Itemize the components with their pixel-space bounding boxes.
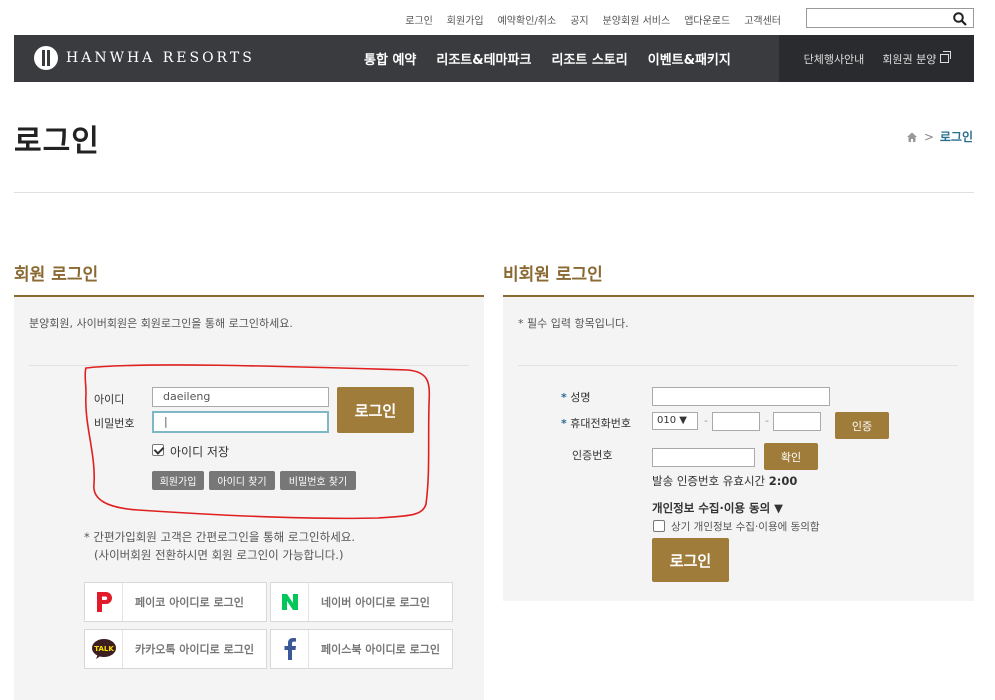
phone-prefix-select[interactable]: 010 ▼ <box>652 412 698 430</box>
util-link-notice[interactable]: 공지 <box>570 12 588 27</box>
timer-row: 발송 인증번호 유효시간 2:00 <box>652 473 797 489</box>
kakaotalk-login-label: 카카오톡 아이디로 로그인 <box>135 643 254 656</box>
utility-links: 로그인 회원가입 예약확인/취소 공지 분양회원 서비스 앱다운로드 고객센터 <box>391 12 781 27</box>
phone-label: * 휴대전화번호 <box>561 415 631 431</box>
annotation-outline <box>84 364 431 520</box>
util-link-app-download[interactable]: 앱다운로드 <box>684 12 730 27</box>
naver-login-label: 네이버 아이디로 로그인 <box>321 596 430 609</box>
page-title: 로그인 <box>14 124 100 159</box>
util-link-login[interactable]: 로그인 <box>405 12 433 27</box>
hanwha-logo-icon <box>34 46 58 70</box>
name-label: * 성명 <box>561 389 591 405</box>
kakaotalk-icon: TALK <box>85 630 123 668</box>
nav-item-event-package[interactable]: 이벤트&패키지 <box>648 49 731 68</box>
facebook-login-button[interactable]: 페이스북 아이디로 로그인 <box>270 629 453 669</box>
timer-label: 발송 인증번호 유효시간 <box>652 474 766 488</box>
code-input[interactable] <box>652 448 755 467</box>
payco-icon <box>85 583 123 621</box>
consent-title[interactable]: 개인정보 수집·이용 동의 ▼ <box>652 500 783 516</box>
phone-last-input[interactable] <box>773 412 821 431</box>
name-input[interactable] <box>652 387 830 406</box>
confirm-button[interactable]: 확인 <box>764 443 818 470</box>
breadcrumb-separator: > <box>923 129 934 144</box>
utility-bar: 로그인 회원가입 예약확인/취소 공지 분양회원 서비스 앱다운로드 고객센터 <box>0 8 995 30</box>
nav-item-resort-themepark[interactable]: 리조트&테마파크 <box>436 49 531 68</box>
kakaotalk-login-button[interactable]: TALK 카카오톡 아이디로 로그인 <box>84 629 267 669</box>
util-link-customer-center[interactable]: 고객센터 <box>744 12 781 27</box>
member-login-note: 분양회원, 사이버회원은 회원로그인을 통해 로그인하세요. <box>29 317 293 330</box>
search-icon[interactable] <box>953 12 967 26</box>
phone-middle-input[interactable] <box>712 412 760 431</box>
breadcrumb-current[interactable]: 로그인 <box>940 128 973 145</box>
nav-item-resort-story[interactable]: 리조트 스토리 <box>551 49 627 68</box>
util-link-reservation[interactable]: 예약확인/취소 <box>498 12 557 27</box>
breadcrumb: > 로그인 <box>906 128 973 145</box>
consent-label: 상기 개인정보 수집·이용에 동의함 <box>671 521 820 533</box>
panel-divider <box>518 365 958 366</box>
required-note: * 필수 입력 항목입니다. <box>518 317 629 330</box>
nonmember-login-title: 비회원 로그인 <box>503 265 603 285</box>
nav-right: 단체행사안내 회원권 분양 <box>779 35 974 82</box>
main-nav: HANWHA RESORTS 통합 예약 리조트&테마파크 리조트 스토리 이벤… <box>14 35 974 82</box>
external-link-icon <box>940 51 952 63</box>
home-icon[interactable] <box>906 131 918 143</box>
phone-prefix-value: 010 <box>657 415 677 426</box>
member-login-title: 회원 로그인 <box>14 265 99 285</box>
chevron-down-icon: ▼ <box>679 415 687 426</box>
phone-label-text: 휴대전화번호 <box>570 417 631 430</box>
kakaotalk-icon-text: TALK <box>94 645 114 653</box>
name-label-text: 성명 <box>570 391 591 404</box>
code-label: 인증번호 <box>572 449 613 462</box>
facebook-icon <box>271 630 309 668</box>
nonmember-login-panel: * 필수 입력 항목입니다. * 성명 * 휴대전화번호 010 ▼ - - 인… <box>503 295 974 601</box>
timer-value: 2:00 <box>768 474 798 488</box>
logo-text: HANWHA RESORTS <box>66 50 255 66</box>
payco-login-label: 페이코 아이디로 로그인 <box>135 596 244 609</box>
required-mark: * <box>561 417 567 430</box>
nav-item-group-event[interactable]: 단체행사안내 <box>804 51 865 67</box>
required-mark: * <box>561 391 567 404</box>
membership-sale-label: 회원권 분양 <box>882 52 937 66</box>
nav-item-membership-sale[interactable]: 회원권 분양 <box>882 51 952 67</box>
facebook-login-label: 페이스북 아이디로 로그인 <box>321 643 440 656</box>
nav-menu: 통합 예약 리조트&테마파크 리조트 스토리 이벤트&패키지 <box>364 35 751 82</box>
payco-login-button[interactable]: 페이코 아이디로 로그인 <box>84 582 267 622</box>
nonmember-login-button[interactable]: 로그인 <box>652 538 729 582</box>
title-divider <box>14 192 974 193</box>
search-input[interactable] <box>806 8 974 28</box>
consent-checkbox[interactable] <box>653 520 665 532</box>
nav-item-reservation[interactable]: 통합 예약 <box>364 49 416 68</box>
simple-login-note: * 간편가입회원 고객은 간편로그인을 통해 로그인하세요. <box>84 530 356 544</box>
naver-login-button[interactable]: 네이버 아이디로 로그인 <box>270 582 453 622</box>
util-link-signup[interactable]: 회원가입 <box>447 12 484 27</box>
cyber-member-note: (사이버회원 전환하시면 회원 로그인이 가능합니다.) <box>94 548 344 562</box>
verify-button[interactable]: 인증 <box>835 412 889 439</box>
util-link-member-service[interactable]: 분양회원 서비스 <box>603 12 671 27</box>
phone-dash: - <box>704 414 708 427</box>
naver-icon <box>271 583 309 621</box>
hanwha-resorts-logo[interactable]: HANWHA RESORTS <box>34 46 255 70</box>
phone-dash: - <box>765 414 769 427</box>
